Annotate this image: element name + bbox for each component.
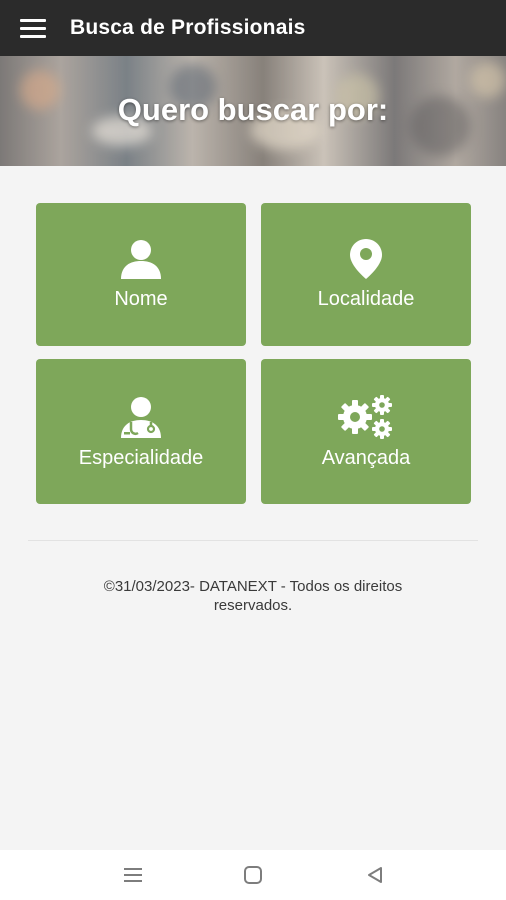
gears-icon [261,394,471,440]
search-options-grid: Nome Localidade Especialidade Avançada [36,203,471,504]
option-nome-label: Nome [114,288,168,310]
option-especialidade-button[interactable]: Especialidade [36,359,246,504]
footer-line-1: ©31/03/2023- DATANEXT - Todos os direito… [103,578,403,595]
user-icon [36,239,246,279]
option-nome-button[interactable]: Nome [36,203,246,346]
doctor-stethoscope-icon [36,396,246,438]
option-localidade-button[interactable]: Localidade [261,203,471,346]
footer-copyright: ©31/03/2023- DATANEXT - Todos os direito… [60,577,446,615]
option-avancada-button[interactable]: Avançada [261,359,471,504]
app-bar: Busca de Profissionais [0,0,506,56]
option-avancada-label: Avançada [321,447,411,469]
back-icon[interactable] [360,862,390,888]
hamburger-menu-icon[interactable] [20,11,54,45]
hero-banner: Quero buscar por: [0,56,506,166]
system-navigation-bar [0,850,506,900]
app-title: Busca de Profissionais [70,16,306,39]
home-icon[interactable] [238,862,268,888]
map-pin-icon [261,238,471,280]
recents-icon[interactable] [118,862,148,888]
option-localidade-label: Localidade [317,288,415,310]
divider [28,540,478,541]
hero-title: Quero buscar por: [117,92,389,127]
option-especialidade-label: Especialidade [78,447,204,469]
footer-line-2: reservados. [213,597,293,614]
